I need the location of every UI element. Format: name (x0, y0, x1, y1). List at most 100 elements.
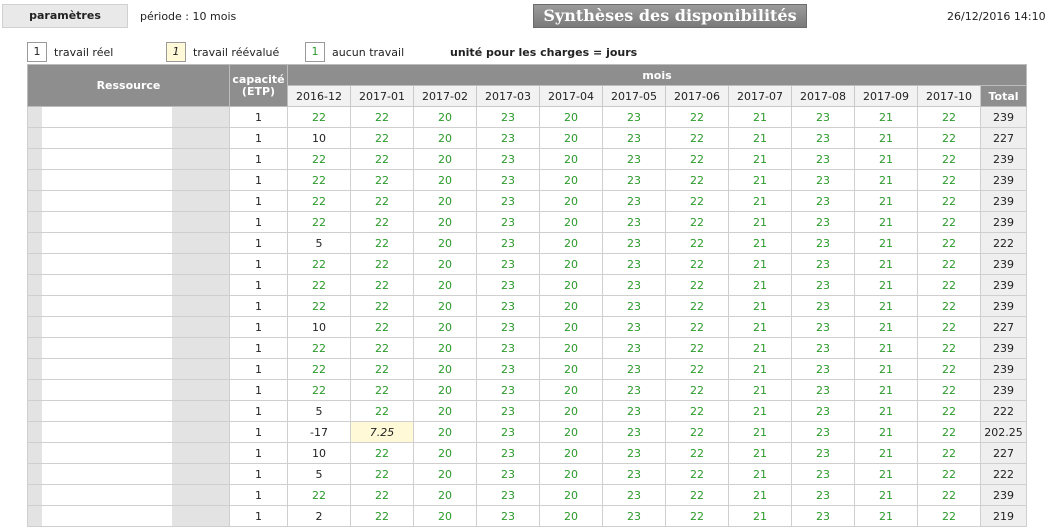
month-value-cell[interactable]: 22 (350, 379, 414, 401)
resource-name-cell[interactable]: Ka (27, 442, 230, 464)
month-value-cell[interactable]: 21 (854, 463, 918, 485)
month-value-cell[interactable]: 21 (854, 253, 918, 275)
month-value-cell[interactable]: 21 (728, 106, 792, 128)
month-value-cell[interactable]: 20 (413, 127, 477, 149)
month-value-cell[interactable]: 20 (539, 463, 603, 485)
resource-name-cell[interactable]: Ha (27, 253, 230, 275)
month-value-cell[interactable]: 20 (539, 358, 603, 380)
month-value-cell[interactable]: 21 (854, 232, 918, 254)
month-value-cell[interactable]: 20 (539, 484, 603, 506)
month-value-cell[interactable]: 22 (350, 106, 414, 128)
month-value-cell[interactable]: 22 (665, 505, 729, 527)
month-value-cell[interactable]: 20 (413, 148, 477, 170)
resource-name-cell[interactable]: El (27, 379, 230, 401)
month-value-cell[interactable]: 23 (791, 274, 855, 296)
month-value-cell[interactable]: 22 (917, 190, 981, 212)
month-value-cell[interactable]: 22 (665, 274, 729, 296)
month-value-cell[interactable]: 21 (728, 505, 792, 527)
header-ressource[interactable]: Ressource (27, 64, 230, 107)
month-value-cell[interactable]: 21 (728, 379, 792, 401)
month-value-cell[interactable]: 21 (854, 295, 918, 317)
month-value-cell[interactable]: 23 (602, 505, 666, 527)
month-value-cell[interactable]: 23 (476, 253, 540, 275)
resource-name-cell[interactable]: So (27, 295, 230, 317)
month-value-cell[interactable]: 23 (602, 127, 666, 149)
month-value-cell[interactable]: 21 (854, 400, 918, 422)
month-value-cell[interactable]: 5 (287, 463, 351, 485)
month-value-cell[interactable]: 23 (476, 379, 540, 401)
month-value-cell[interactable]: 21 (854, 337, 918, 359)
month-value-cell[interactable]: 22 (287, 148, 351, 170)
month-value-cell[interactable]: 23 (602, 337, 666, 359)
month-value-cell[interactable]: 21 (728, 190, 792, 212)
month-value-cell[interactable]: 22 (917, 274, 981, 296)
month-header[interactable]: 2017-07 (728, 85, 792, 107)
month-value-cell[interactable]: 22 (665, 358, 729, 380)
month-value-cell[interactable]: 22 (350, 274, 414, 296)
month-value-cell[interactable]: 23 (791, 211, 855, 233)
month-value-cell[interactable]: 20 (539, 253, 603, 275)
month-value-cell[interactable]: 23 (791, 295, 855, 317)
month-value-cell[interactable]: 23 (476, 400, 540, 422)
month-header[interactable]: 2017-08 (791, 85, 855, 107)
month-value-cell[interactable]: 21 (728, 463, 792, 485)
month-value-cell[interactable]: 23 (791, 232, 855, 254)
month-value-cell[interactable]: 22 (287, 190, 351, 212)
month-value-cell[interactable]: 22 (917, 337, 981, 359)
month-value-cell[interactable]: 20 (539, 400, 603, 422)
month-value-cell[interactable]: 20 (539, 316, 603, 338)
month-value-cell[interactable]: 23 (602, 379, 666, 401)
month-value-cell[interactable]: 21 (854, 106, 918, 128)
month-value-cell[interactable]: 22 (350, 232, 414, 254)
month-value-cell[interactable]: 22 (665, 211, 729, 233)
month-value-cell[interactable]: 20 (539, 337, 603, 359)
month-value-cell[interactable]: 22 (917, 253, 981, 275)
resource-name-cell[interactable]: B (27, 106, 230, 128)
month-value-cell[interactable]: 22 (287, 169, 351, 191)
month-value-cell[interactable]: 22 (350, 442, 414, 464)
month-value-cell[interactable]: 22 (665, 148, 729, 170)
month-header[interactable]: 2017-02 (413, 85, 477, 107)
month-value-cell[interactable]: 21 (728, 127, 792, 149)
month-value-cell[interactable]: 23 (791, 316, 855, 338)
month-value-cell[interactable]: 20 (539, 505, 603, 527)
month-value-cell[interactable]: 21 (854, 274, 918, 296)
month-value-cell[interactable]: 23 (602, 295, 666, 317)
month-value-cell[interactable]: 20 (539, 379, 603, 401)
month-value-cell[interactable]: 22 (350, 148, 414, 170)
month-value-cell[interactable]: 22 (350, 127, 414, 149)
month-value-cell[interactable]: 22 (917, 442, 981, 464)
month-value-cell[interactable]: 20 (413, 169, 477, 191)
month-value-cell[interactable]: 23 (791, 127, 855, 149)
month-value-cell[interactable]: 22 (287, 379, 351, 401)
month-value-cell[interactable]: 21 (854, 484, 918, 506)
month-value-cell[interactable]: 22 (917, 127, 981, 149)
month-value-cell[interactable]: 22 (665, 169, 729, 191)
month-value-cell[interactable]: 20 (413, 274, 477, 296)
month-value-cell[interactable]: 21 (728, 274, 792, 296)
month-value-cell[interactable]: 21 (854, 505, 918, 527)
month-value-cell[interactable]: 20 (413, 316, 477, 338)
month-value-cell[interactable]: 21 (854, 442, 918, 464)
month-value-cell[interactable]: 22 (350, 358, 414, 380)
resource-name-cell[interactable]: M (27, 190, 230, 212)
month-value-cell[interactable]: 10 (287, 316, 351, 338)
month-value-cell[interactable]: 23 (602, 316, 666, 338)
month-value-cell[interactable]: 21 (728, 421, 792, 443)
month-value-cell[interactable]: 23 (791, 253, 855, 275)
month-value-cell[interactable]: -17 (287, 421, 351, 443)
resource-name-cell[interactable]: Ab (27, 484, 230, 506)
month-value-cell[interactable]: 23 (602, 400, 666, 422)
month-value-cell[interactable]: 23 (602, 421, 666, 443)
month-value-cell[interactable]: 21 (728, 316, 792, 338)
month-value-cell[interactable]: 23 (602, 211, 666, 233)
month-value-cell[interactable]: 22 (350, 316, 414, 338)
month-header[interactable]: 2017-04 (539, 85, 603, 107)
month-value-cell[interactable]: 10 (287, 442, 351, 464)
month-value-cell[interactable]: 22 (917, 316, 981, 338)
month-value-cell[interactable]: 21 (854, 316, 918, 338)
month-value-cell[interactable]: 21 (728, 337, 792, 359)
month-header[interactable]: 2017-10 (917, 85, 981, 107)
month-value-cell[interactable]: 20 (539, 127, 603, 149)
month-value-cell[interactable]: 20 (413, 358, 477, 380)
